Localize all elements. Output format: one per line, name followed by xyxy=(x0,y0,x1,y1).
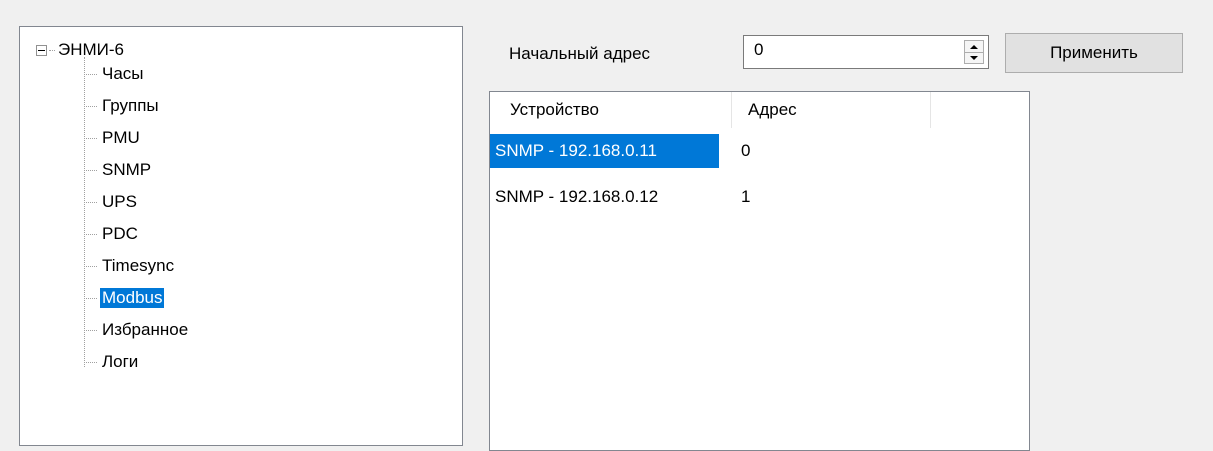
tree-connector xyxy=(84,105,97,107)
tree-item-label: Modbus xyxy=(100,288,165,308)
tree-connector xyxy=(84,201,97,203)
tree-item-groups[interactable]: Группы xyxy=(84,95,161,117)
tree-item-label: Группы xyxy=(102,96,159,115)
list-header: Устройство Адрес xyxy=(490,92,1029,128)
tree-item-modbus[interactable]: Modbus xyxy=(84,287,165,309)
spin-down-button[interactable] xyxy=(965,52,983,63)
tree-item-label: Часы xyxy=(102,64,144,83)
apply-button[interactable]: Применить xyxy=(1005,33,1183,73)
tree-connector xyxy=(84,73,97,75)
tree-root-label: ЭНМИ-6 xyxy=(58,40,124,59)
tree-item-label: PDC xyxy=(102,224,138,243)
tree-item-timesync[interactable]: Timesync xyxy=(84,255,176,277)
tree-item-logs[interactable]: Логи xyxy=(84,351,140,373)
tree-root-node[interactable]: ЭНМИ-6 xyxy=(36,40,124,60)
tree-connector xyxy=(84,137,97,139)
tree-item-label: UPS xyxy=(102,192,137,211)
tree-item-favorites[interactable]: Избранное xyxy=(84,319,190,341)
tree-connector xyxy=(84,329,97,331)
tree-item-label: Логи xyxy=(102,352,139,371)
tree-item-clock[interactable]: Часы xyxy=(84,63,146,85)
device-cell: SNMP - 192.168.0.11 xyxy=(490,134,719,168)
tree-connector xyxy=(49,49,55,51)
address-cell: 1 xyxy=(741,187,751,206)
collapse-icon[interactable] xyxy=(36,44,47,56)
tree-connector xyxy=(84,233,97,235)
column-header-device[interactable]: Устройство xyxy=(490,92,732,128)
list-row[interactable]: SNMP - 192.168.0.11 0 xyxy=(490,134,1029,168)
tree-connector xyxy=(84,297,97,299)
tree-item-pdc[interactable]: PDC xyxy=(84,223,140,245)
tree-connector xyxy=(84,361,97,363)
tree-connector xyxy=(84,169,97,171)
device-list[interactable]: Устройство Адрес SNMP - 192.168.0.11 0 S… xyxy=(489,91,1030,451)
address-spinner[interactable] xyxy=(964,40,984,64)
tree-item-label: PMU xyxy=(102,128,140,147)
address-cell: 0 xyxy=(741,141,751,160)
tree-item-ups[interactable]: UPS xyxy=(84,191,139,213)
tree-item-snmp[interactable]: SNMP xyxy=(84,159,153,181)
tree-connector xyxy=(84,265,97,267)
arrow-down-icon xyxy=(970,55,978,60)
start-address-label: Начальный адрес xyxy=(509,44,651,63)
column-header-address[interactable]: Адрес xyxy=(732,92,931,128)
tree-item-label: Избранное xyxy=(102,320,189,339)
start-address-input[interactable]: 0 xyxy=(743,35,989,69)
device-cell: SNMP - 192.168.0.12 xyxy=(495,187,659,206)
tree-item-label: SNMP xyxy=(102,160,152,179)
tree-item-label: Timesync xyxy=(102,256,175,275)
list-row[interactable]: SNMP - 192.168.0.12 1 xyxy=(490,180,1029,214)
settings-tree[interactable]: ЭНМИ-6 Часы Группы PMU SNMP UPS PDC Time… xyxy=(19,26,463,446)
start-address-value[interactable]: 0 xyxy=(754,40,763,60)
tree-item-pmu[interactable]: PMU xyxy=(84,127,142,149)
arrow-up-icon xyxy=(970,44,978,49)
